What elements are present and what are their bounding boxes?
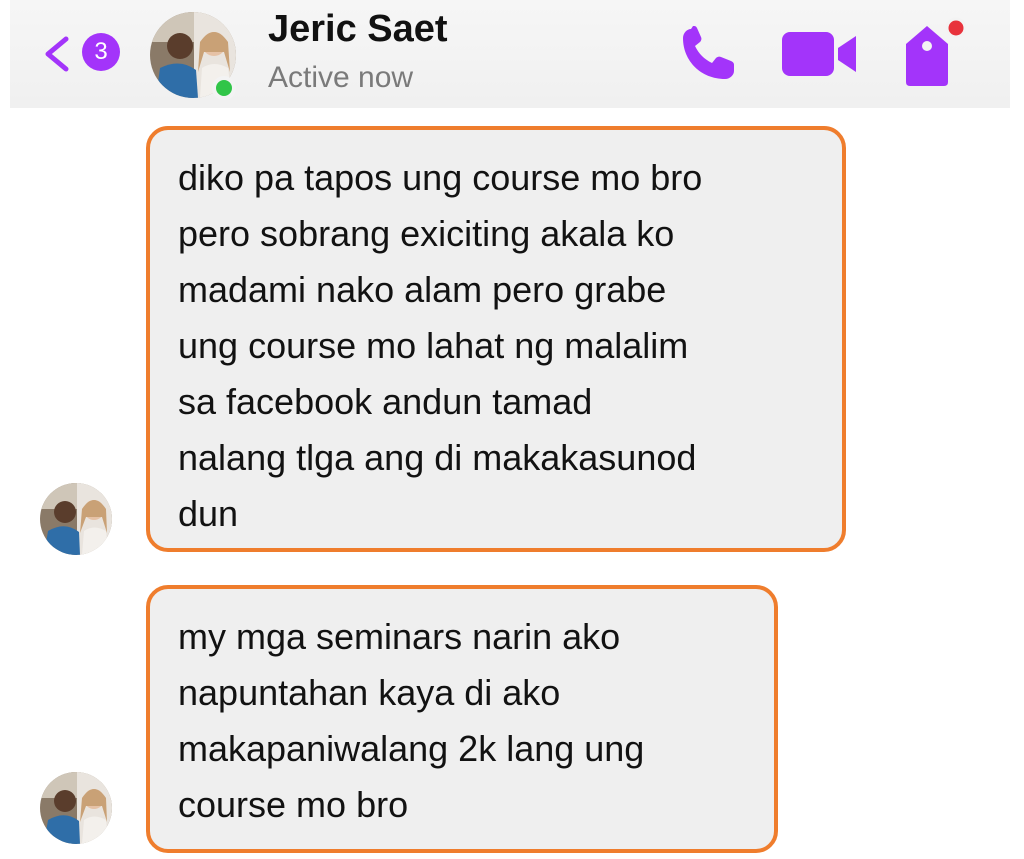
tag-icon xyxy=(906,17,967,86)
back-button[interactable]: 3 xyxy=(40,33,132,73)
video-camera-icon xyxy=(782,32,856,76)
contact-name[interactable]: Jeric Saet xyxy=(268,8,448,51)
sender-avatar[interactable] xyxy=(40,772,112,844)
contact-status: Active now xyxy=(268,61,414,94)
call-button[interactable] xyxy=(677,25,739,83)
phone-icon xyxy=(683,26,734,79)
sender-avatar[interactable] xyxy=(40,483,112,555)
unread-count-badge: 3 xyxy=(82,33,120,71)
online-status-dot xyxy=(212,76,236,100)
notification-dot xyxy=(945,17,967,39)
video-call-button[interactable] xyxy=(780,28,860,80)
chat-header: 3 Jeric Saet Active now xyxy=(10,0,1010,108)
message-bubble[interactable]: my mga seminars narin ako napuntahan kay… xyxy=(146,585,778,853)
chevron-left-icon xyxy=(45,36,69,72)
chat-screen: 3 Jeric Saet Active now diko pa tapos un… xyxy=(0,0,1024,859)
message-bubble[interactable]: diko pa tapos ung course mo bro pero sob… xyxy=(146,126,846,552)
tag-button[interactable] xyxy=(898,14,970,88)
